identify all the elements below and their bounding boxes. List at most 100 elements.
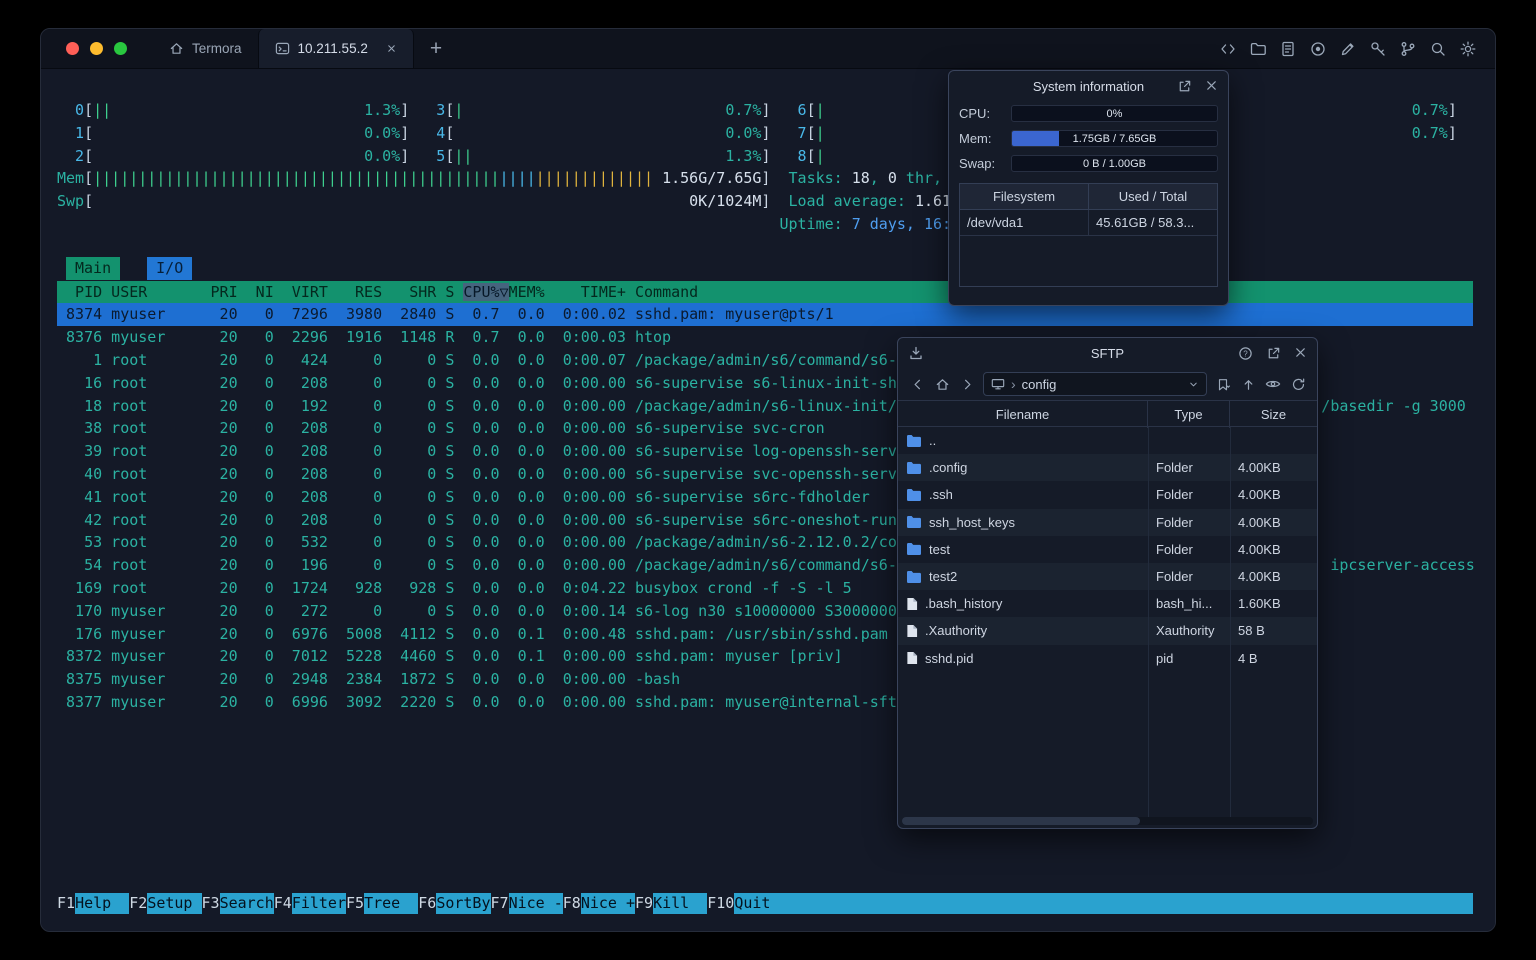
fkey-action-f2[interactable]: Setup — [147, 893, 202, 914]
mem-usage-row: Mem: 1.75GB / 7.65GB — [949, 126, 1228, 151]
col-size[interactable]: Size — [1230, 401, 1317, 428]
swap-meter: Swp[ 0K/1024M] Load average: 1.61 1 — [57, 192, 970, 211]
fkey-f6[interactable]: F6 — [418, 893, 436, 914]
fkey-f2[interactable]: F2 — [129, 893, 147, 914]
filesystem-table-header: Filesystem Used / Total — [960, 184, 1217, 210]
fkey-f4[interactable]: F4 — [274, 893, 292, 914]
record-icon[interactable] — [1308, 39, 1327, 58]
close-icon[interactable] — [1205, 79, 1218, 94]
file-row-sshd-pid[interactable]: sshd.pid pid 4 B — [898, 645, 1317, 672]
file-row--Xauthority[interactable]: .Xauthority Xauthority 58 B — [898, 617, 1317, 645]
path-dropdown[interactable]: › config — [983, 372, 1207, 396]
forward-icon[interactable] — [958, 374, 976, 394]
sftp-table-header[interactable]: Filename Type Size — [898, 400, 1317, 428]
fkey-action-f6[interactable]: SortBy — [436, 893, 491, 914]
file-name: .config — [898, 454, 1148, 481]
htop-tab-io[interactable]: I/O — [147, 257, 193, 280]
code-icon[interactable] — [1218, 39, 1237, 58]
file-type: Xauthority — [1156, 623, 1215, 639]
fs-device: /dev/vda1 — [960, 210, 1089, 235]
popout-icon[interactable] — [1177, 79, 1192, 94]
file-name: test — [898, 536, 1148, 563]
mem-label: Mem: — [959, 131, 992, 146]
search-icon[interactable] — [1428, 39, 1447, 58]
popout-icon[interactable] — [1266, 346, 1281, 361]
scrollbar-thumb[interactable] — [902, 817, 1141, 825]
settings-icon[interactable] — [1458, 39, 1477, 58]
file-row--[interactable]: .. — [898, 427, 1317, 454]
fkey-action-f9[interactable]: Kill — [653, 893, 708, 914]
file-row-ssh-host-keys[interactable]: ssh_host_keys Folder 4.00KB — [898, 508, 1317, 536]
close-window-button[interactable] — [66, 42, 79, 55]
fkey-f3[interactable]: F3 — [202, 893, 220, 914]
bookmark-icon[interactable] — [1214, 374, 1232, 394]
horizontal-scrollbar[interactable] — [902, 817, 1313, 825]
filesystem-row[interactable]: /dev/vda1 45.61GB / 58.3... — [960, 210, 1217, 236]
download-icon[interactable] — [908, 345, 924, 361]
fkey-f8[interactable]: F8 — [563, 893, 581, 914]
fkey-f7[interactable]: F7 — [491, 893, 509, 914]
screen: Termora 10.211.55.2 + 0[|| 1.3%] 3[| 0.7… — [0, 0, 1536, 960]
swap-usage-bar: 0 B / 1.00GB — [1011, 155, 1218, 172]
filesystem-table: Filesystem Used / Total /dev/vda1 45.61G… — [959, 183, 1218, 287]
sort-column-cpu[interactable]: CPU%▽ — [463, 282, 509, 301]
up-icon[interactable] — [1239, 374, 1257, 394]
htop-meters: 0[|| 1.3%] 3[| 0.7%] 6[| 0.7%] 9[| 0.7%]… — [57, 99, 1457, 236]
help-icon[interactable]: ? — [1238, 346, 1253, 361]
col-type[interactable]: Type — [1148, 401, 1230, 428]
log-icon[interactable] — [1278, 39, 1297, 58]
back-icon[interactable] — [908, 374, 926, 394]
fkey-action-f7[interactable]: Nice - — [508, 893, 563, 914]
fkey-action-f1[interactable]: Help — [75, 893, 130, 914]
file-row--bash-history[interactable]: .bash_history bash_hi... 1.60KB — [898, 590, 1317, 617]
fkey-f9[interactable]: F9 — [635, 893, 653, 914]
htop-tabs: Main I/O — [57, 257, 193, 280]
fkey-action-f5[interactable]: Tree — [364, 893, 419, 914]
htop-tab-main[interactable]: Main — [66, 257, 121, 280]
key-icon[interactable] — [1368, 39, 1387, 58]
fkey-action-f3[interactable]: Search — [219, 893, 274, 914]
system-information-panel: System information CPU: 0% Mem: 1.75GB /… — [948, 70, 1229, 306]
process-table-header[interactable]: PID USER PRI NI VIRT RES SHR S CPU%▽MEM%… — [57, 280, 1473, 304]
file-name: sshd.pid — [898, 645, 1148, 672]
file-row--config[interactable]: .config Folder 4.00KB — [898, 454, 1317, 482]
new-tab-button[interactable]: + — [430, 29, 442, 69]
tab-strip: Termora 10.211.55.2 + — [153, 29, 442, 68]
path-separator: › — [1011, 376, 1016, 392]
eye-icon[interactable] — [1264, 374, 1282, 394]
close-icon[interactable] — [1294, 346, 1307, 361]
process-row-selected[interactable]: 8374 myuser 20 0 7296 3980 2840 S 0.7 0.… — [57, 303, 1473, 327]
close-tab-icon[interactable] — [386, 43, 397, 54]
fkey-f5[interactable]: F5 — [346, 893, 364, 914]
fkey-f1[interactable]: F1 — [57, 893, 75, 914]
file-size: 4.00KB — [1238, 487, 1281, 503]
memory-meter: Mem[||||||||||||||||||||||||||||||||||||… — [57, 169, 960, 188]
edit-icon[interactable] — [1338, 39, 1357, 58]
zoom-window-button[interactable] — [114, 42, 127, 55]
file-row-test[interactable]: test Folder 4.00KB — [898, 536, 1317, 563]
computer-icon — [991, 377, 1005, 391]
refresh-icon[interactable] — [1289, 374, 1307, 394]
file-type: Folder — [1156, 460, 1193, 476]
tab-ssh-session[interactable]: 10.211.55.2 — [257, 29, 414, 68]
fkey-action-f4[interactable]: Filter — [291, 893, 346, 914]
minimize-window-button[interactable] — [90, 42, 103, 55]
col-filename[interactable]: Filename — [898, 401, 1148, 428]
fkey-action-f10[interactable]: Quit — [734, 893, 789, 914]
file-row-test2[interactable]: test2 Folder 4.00KB — [898, 562, 1317, 591]
branch-icon[interactable] — [1398, 39, 1417, 58]
fs-col-used-total: Used / Total — [1118, 189, 1188, 204]
fkey-f10[interactable]: F10 — [707, 893, 734, 914]
tab-home[interactable]: Termora — [153, 29, 258, 68]
file-size: 4.00KB — [1238, 514, 1281, 530]
file-type: Folder — [1156, 568, 1193, 584]
home-icon[interactable] — [933, 374, 951, 394]
folder-icon — [906, 461, 922, 475]
swap-usage-row: Swap: 0 B / 1.00GB — [949, 151, 1228, 176]
file-row--ssh[interactable]: .ssh Folder 4.00KB — [898, 481, 1317, 508]
fnbar-filler — [788, 893, 1473, 914]
current-path: config — [1021, 376, 1057, 392]
sftp-nav-bar: › config — [898, 368, 1317, 400]
fkey-action-f8[interactable]: Nice + — [580, 893, 635, 914]
folder-icon[interactable] — [1248, 39, 1267, 58]
